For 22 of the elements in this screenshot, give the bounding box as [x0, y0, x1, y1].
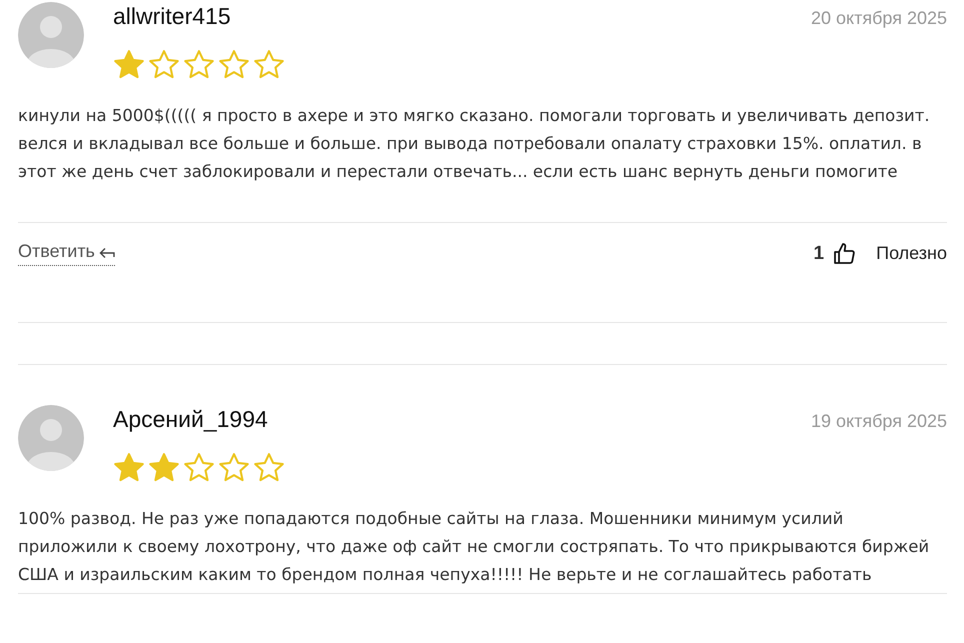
like-count: 1	[814, 242, 824, 264]
review-text: кинули на 5000$((((( я просто в ахере и это мягко сказано. помогали торговать и увеличивать депозит. велся и вкладывал все больше и больше. при вывода потребовали опалату страховки 15%. оплатил. в этот же день счет заблокировали и перестали отвечать... если есть шанс вернуть деньги помогите	[18, 105, 931, 183]
star-icon	[218, 49, 250, 80]
reply-link[interactable]: Ответить	[18, 241, 115, 266]
star-icon	[183, 452, 215, 483]
review-date: 20 октября 2025	[810, 8, 947, 29]
review-text: 100% развод. Не раз уже попадаются подобные сайты на глаза. Мошенники минимум усилий приложили к своему лохотрону, что даже оф сайт не смогли состряпать. То что прикрываются биржей США и израильским каким то брендом полная чепуха!!!!! Не верьте и не соглашайтесь работать	[18, 508, 930, 586]
star-icon	[113, 452, 145, 483]
star-icon	[218, 452, 250, 483]
review-date: 19 октября 2025	[810, 411, 947, 432]
helpful-button[interactable]: Полезно	[876, 243, 947, 264]
star-icon	[253, 49, 285, 80]
star-icon	[148, 49, 180, 80]
thumbs-up-icon[interactable]	[832, 242, 856, 266]
star-icon	[113, 49, 145, 80]
star-icon	[183, 49, 215, 80]
avatar-icon	[18, 2, 84, 68]
star-icon	[148, 452, 180, 483]
star-icon	[253, 452, 285, 483]
author-name: allwriter415	[113, 2, 231, 30]
author-name: Арсений_1994	[113, 405, 268, 433]
avatar-icon	[18, 405, 84, 471]
